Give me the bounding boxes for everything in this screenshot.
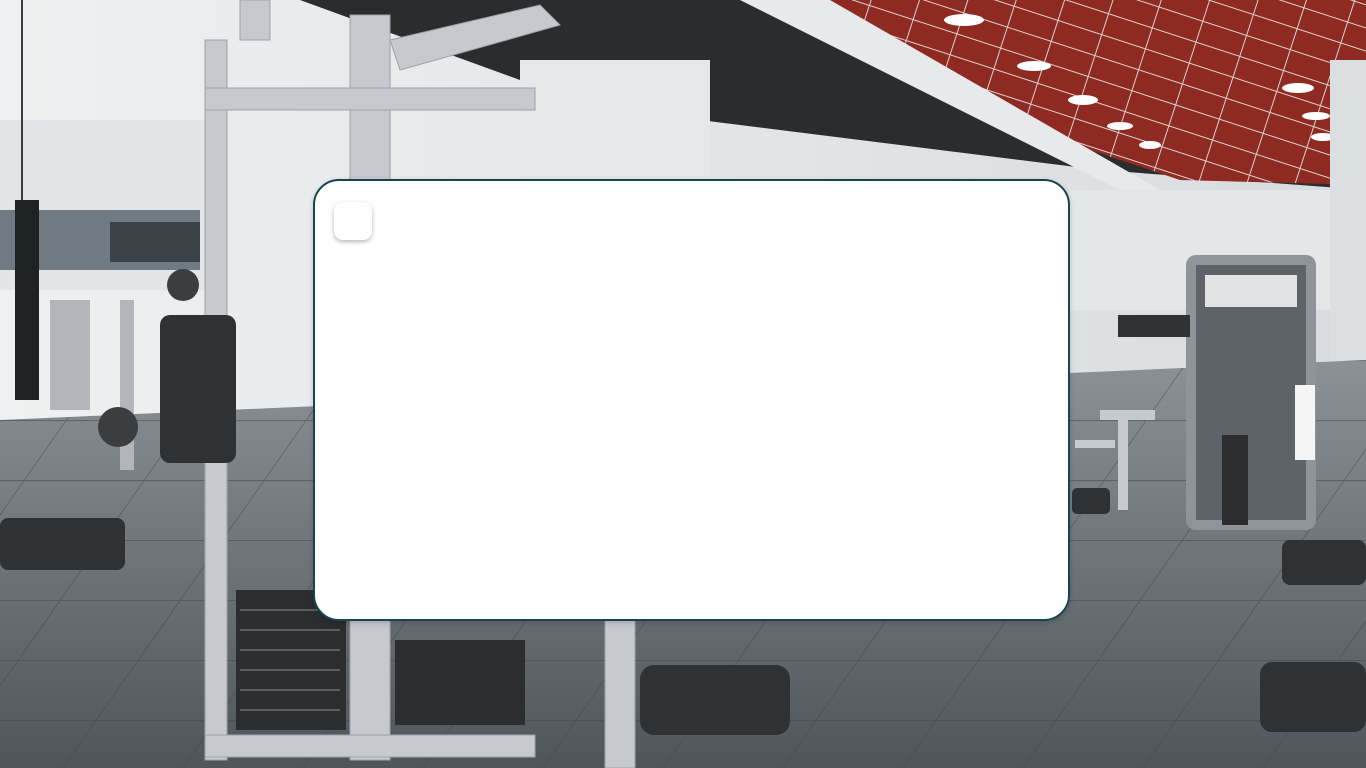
page (0, 0, 1366, 768)
modal-corner-button[interactable] (334, 202, 372, 240)
modal-card (313, 179, 1070, 621)
